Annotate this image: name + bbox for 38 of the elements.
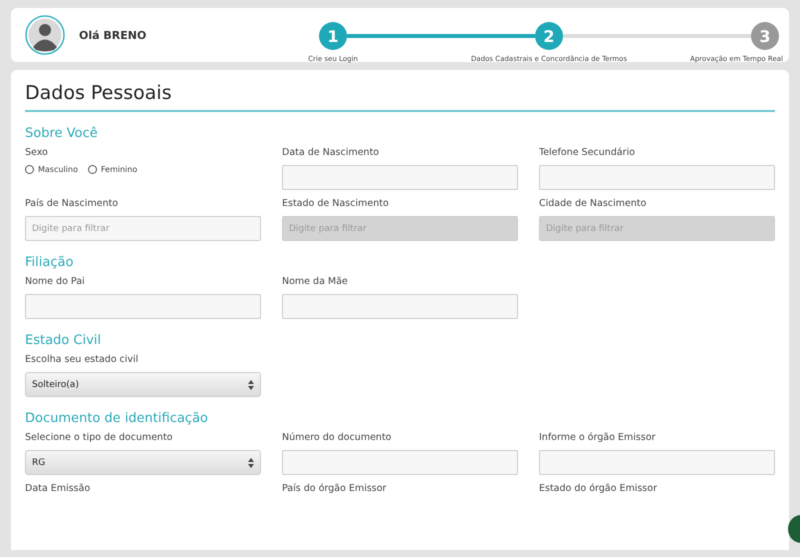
field-label: Estado do órgão Emissor <box>539 483 658 494</box>
page-title: Dados Pessoais <box>25 82 775 112</box>
text-input[interactable] <box>282 294 518 319</box>
text-input[interactable]: Digite para filtrar <box>25 216 261 241</box>
field-label: Cidade de Nascimento <box>539 198 648 209</box>
field-label: Nome do Pai <box>25 276 86 287</box>
text-input[interactable] <box>282 450 518 475</box>
field-label: Nome da Mãe <box>282 276 349 287</box>
field-label: País do órgão Emissor <box>282 483 388 494</box>
field-label: Estado de Nascimento <box>282 198 390 209</box>
section-title: Documento de identificação <box>25 411 209 426</box>
step-number: 2 <box>535 22 563 50</box>
text-input[interactable] <box>282 165 518 190</box>
field-label: Sexo <box>25 147 49 158</box>
field-label: Escolha seu estado civil <box>25 354 140 365</box>
field-label: Selecione o tipo de documento <box>25 432 174 443</box>
field-label: Informe o órgão Emissor <box>539 432 656 443</box>
text-input[interactable] <box>539 165 775 190</box>
field-label: País de Nascimento <box>25 198 120 209</box>
field-label: Data Emissão <box>25 483 92 494</box>
field-label: Telefone Secundário <box>539 147 636 158</box>
updown-icon <box>248 458 254 468</box>
step-number: 1 <box>319 22 347 50</box>
updown-icon <box>248 380 254 390</box>
field-label: Número do documento <box>282 432 392 443</box>
step-number: 3 <box>751 22 779 50</box>
text-input[interactable] <box>539 450 775 475</box>
select-dropdown[interactable]: RG <box>25 450 261 475</box>
section-title: Estado Civil <box>25 333 102 348</box>
field-label: Data de Nascimento <box>282 147 380 158</box>
text-input[interactable] <box>25 294 261 319</box>
greeting-text: Olá BRENO <box>79 28 146 42</box>
section-title: Sobre Você <box>25 126 99 141</box>
select-dropdown[interactable]: Solteiro(a) <box>25 372 261 397</box>
radio-option[interactable]: Masculino <box>25 165 78 174</box>
avatar-icon <box>25 15 65 55</box>
section-title: Filiação <box>25 255 74 270</box>
radio-option[interactable]: Feminino <box>88 165 138 174</box>
